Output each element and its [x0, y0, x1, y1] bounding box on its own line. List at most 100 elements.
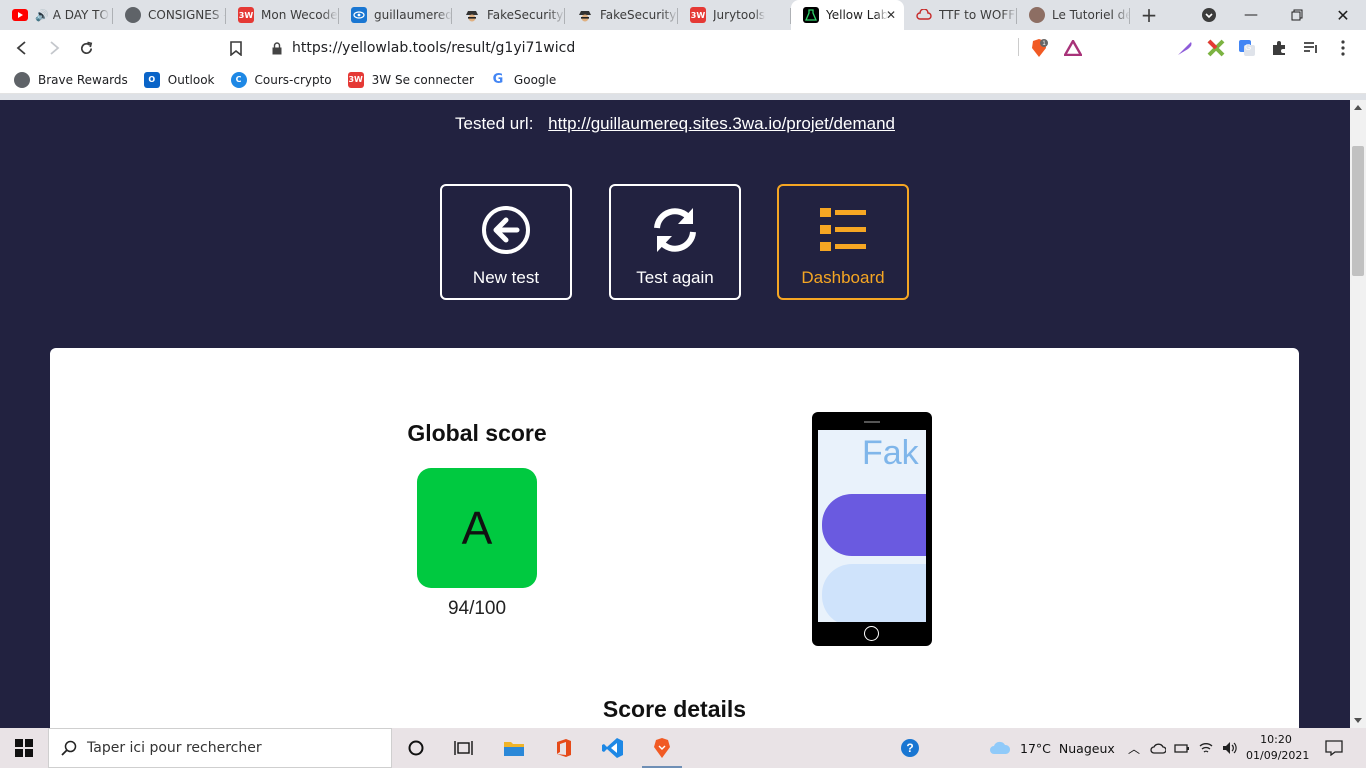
- weather-widget[interactable]: 17°C Nuageux: [988, 728, 1115, 768]
- bookmark-label: Outlook: [167, 72, 215, 87]
- notification-icon: [1325, 740, 1343, 756]
- tab-title: CONSIGNES -: [148, 8, 226, 22]
- taskbar-search-box[interactable]: Taper ici pour rechercher: [48, 728, 392, 768]
- yellowlab-icon: [803, 7, 819, 23]
- brave-rewards-triangle-button[interactable]: [1062, 37, 1084, 59]
- system-tray: ︿: [1128, 728, 1238, 768]
- grade-letter: A: [461, 502, 493, 554]
- reload-button[interactable]: [70, 32, 102, 64]
- tested-url-link[interactable]: http://guillaumereq.sites.3wa.io/projet/…: [548, 114, 895, 133]
- tab-6[interactable]: 3W Jurytools: [678, 0, 791, 30]
- page-scrollbar[interactable]: [1350, 100, 1366, 728]
- forward-arrow-icon: [50, 41, 60, 55]
- 3w-icon: 3W: [690, 7, 706, 23]
- brave-shields-button[interactable]: 1: [1028, 37, 1050, 59]
- spy-icon: [577, 7, 593, 23]
- test-again-button[interactable]: Test again: [609, 184, 741, 300]
- page-content: Tested url: http://guillaumereq.sites.3w…: [0, 100, 1350, 728]
- chevron-up-icon[interactable]: ︿: [1128, 740, 1140, 757]
- start-button[interactable]: [0, 728, 48, 768]
- tab-1[interactable]: CONSIGNES -: [113, 0, 226, 30]
- scroll-down-icon[interactable]: [1354, 718, 1362, 723]
- tab-9[interactable]: Le Tutoriel de: [1017, 0, 1130, 30]
- tab-0[interactable]: 🔊 A DAY TO: [0, 0, 113, 30]
- tab-title: Jurytools: [713, 8, 766, 22]
- search-placeholder: Taper ici pour rechercher: [87, 740, 262, 756]
- tab-list: 🔊 A DAY TO CONSIGNES - 3W Mon Wecode gui…: [0, 0, 1130, 30]
- tab-search-button[interactable]: [1186, 0, 1232, 30]
- clock-time: 10:20: [1260, 733, 1292, 746]
- kebab-menu-icon: [1341, 40, 1345, 56]
- vscode-button[interactable]: [589, 728, 637, 768]
- weather-desc: Nuageux: [1058, 740, 1115, 756]
- extensions-button[interactable]: [1268, 37, 1290, 59]
- bookmark-3w-connect[interactable]: 3W 3W Se connecter: [347, 71, 474, 88]
- menu-button[interactable]: [1332, 37, 1354, 59]
- reading-list-button[interactable]: [1300, 37, 1322, 59]
- tab-3[interactable]: guillaumereq: [339, 0, 452, 30]
- tab-7[interactable]: Yellow Lab ✕: [791, 0, 904, 30]
- 3w-icon: 3W: [238, 7, 254, 23]
- speaker-icon[interactable]: 🔊: [35, 9, 49, 22]
- bookmark-label: Brave Rewards: [38, 72, 128, 87]
- bookmark-button[interactable]: [220, 32, 252, 64]
- bookmark-label: Google: [513, 72, 557, 87]
- spy-icon: [464, 7, 480, 23]
- tab-title: guillaumereq: [374, 8, 452, 22]
- extension-pen[interactable]: [1174, 37, 1196, 59]
- tab-title: Mon Wecode: [261, 8, 338, 22]
- score-value: 94/100: [447, 598, 507, 619]
- extension-translate[interactable]: G: [1236, 37, 1258, 59]
- bookmark-outlook[interactable]: O Outlook: [143, 71, 215, 88]
- lock-icon: [272, 41, 282, 54]
- new-test-button[interactable]: New test: [440, 184, 572, 300]
- file-explorer-button[interactable]: [490, 728, 538, 768]
- wifi-icon[interactable]: [1198, 741, 1214, 755]
- tab-title: Le Tutoriel de: [1052, 8, 1130, 22]
- tab-8[interactable]: TTF to WOFF2: [904, 0, 1017, 30]
- restore-button[interactable]: [1274, 0, 1320, 30]
- list-icon: [1304, 42, 1317, 53]
- address-separator: [1018, 38, 1019, 56]
- score-details-title: Score details: [602, 696, 747, 722]
- bookmark-google[interactable]: G Google: [490, 72, 557, 88]
- bookmark-label: 3W Se connecter: [371, 72, 474, 87]
- phone-purple-block: [822, 494, 926, 556]
- tab-4[interactable]: FakeSecurity A: [452, 0, 565, 30]
- tab-5[interactable]: FakeSecurity D: [565, 0, 678, 30]
- extension-x[interactable]: [1205, 37, 1227, 59]
- bookmark-icon: [230, 40, 242, 56]
- bookmark-cours-crypto[interactable]: C Cours-crypto: [230, 71, 332, 88]
- office-button[interactable]: [540, 728, 588, 768]
- cortana-button[interactable]: [392, 728, 440, 768]
- minimize-button[interactable]: —: [1228, 0, 1274, 30]
- bookmark-brave-rewards[interactable]: Brave Rewards: [14, 71, 128, 88]
- address-bar[interactable]: https://yellowlab.tools/result/g1yi71wic…: [258, 34, 1090, 62]
- scroll-thumb[interactable]: [1352, 146, 1364, 276]
- results-card: Global score A 94/100 Fak Score details: [50, 348, 1299, 728]
- taskbar-clock[interactable]: 10:20 01/09/2021: [1246, 732, 1309, 764]
- task-view-button[interactable]: [440, 728, 488, 768]
- close-tab-icon[interactable]: ✕: [886, 8, 896, 22]
- back-arrow-icon: [16, 41, 26, 55]
- test-again-label: Test again: [636, 268, 714, 287]
- notifications-button[interactable]: [1310, 728, 1358, 768]
- brave-lion-icon: 1: [1032, 39, 1048, 57]
- back-button[interactable]: [6, 32, 38, 64]
- scroll-up-icon[interactable]: [1354, 105, 1362, 110]
- help-tray-button[interactable]: ?: [886, 728, 934, 768]
- tab-2[interactable]: 3W Mon Wecode: [226, 0, 339, 30]
- battery-icon[interactable]: [1174, 742, 1190, 754]
- dashboard-button[interactable]: Dashboard: [777, 184, 909, 300]
- outlook-icon: O: [143, 71, 160, 88]
- refresh-icon: [649, 204, 701, 256]
- forward-button[interactable]: [38, 32, 70, 64]
- task-view-icon: [454, 741, 473, 755]
- close-window-button[interactable]: ✕: [1320, 0, 1366, 30]
- tab-title: FakeSecurity A: [487, 8, 565, 22]
- phone-screenshot: Fak: [812, 412, 932, 646]
- volume-icon[interactable]: [1222, 741, 1238, 755]
- onedrive-icon[interactable]: [1150, 742, 1167, 754]
- brave-taskbar-button[interactable]: [638, 728, 686, 768]
- new-tab-button[interactable]: +: [1134, 0, 1164, 30]
